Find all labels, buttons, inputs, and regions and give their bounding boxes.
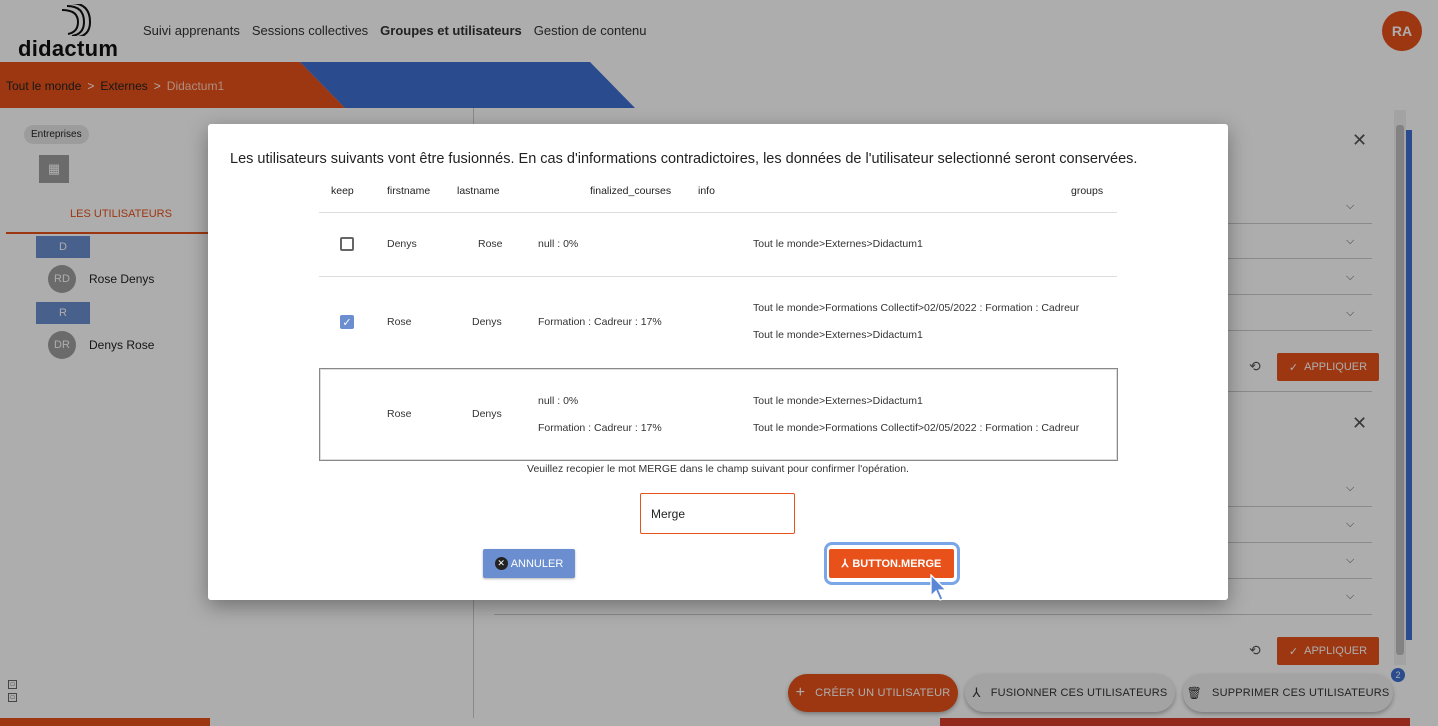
cell-finalized-courses: null : 0% bbox=[538, 238, 579, 250]
cell-group: Tout le monde>Externes>Didactum1 bbox=[753, 329, 923, 341]
close-circle-icon: ✕ bbox=[494, 557, 508, 570]
table-divider bbox=[319, 276, 1117, 277]
column-header-lastname: lastname bbox=[457, 185, 500, 197]
merge-label: BUTTON.MERGE bbox=[852, 557, 942, 570]
merge-confirm-input[interactable] bbox=[640, 493, 795, 534]
dialog-title: Les utilisateurs suivants vont être fusi… bbox=[230, 151, 1138, 167]
column-header-info: info bbox=[698, 185, 715, 197]
column-header-groups: groups bbox=[1071, 185, 1104, 197]
cell-finalized-courses: Formation : Cadreur : 17% bbox=[538, 316, 662, 328]
table-divider bbox=[319, 212, 1117, 213]
cancel-label: ANNULER bbox=[510, 557, 564, 570]
cell-lastname: Denys bbox=[472, 316, 502, 328]
merge-users-dialog: Les utilisateurs suivants vont être fusi… bbox=[208, 124, 1228, 600]
cell-firstname: Rose bbox=[387, 408, 412, 420]
column-header-firstname: firstname bbox=[387, 185, 431, 197]
column-header-finalized-courses: finalized_courses bbox=[590, 185, 672, 197]
cell-firstname: Denys bbox=[387, 238, 417, 250]
keep-checkbox-checked[interactable]: ✓ bbox=[340, 315, 354, 329]
keep-checkbox[interactable] bbox=[340, 237, 354, 251]
cell-group: Tout le monde>Externes>Didactum1 bbox=[753, 395, 923, 407]
cell-lastname: Denys bbox=[472, 408, 502, 420]
cell-group: Tout le monde>Externes>Didactum1 bbox=[753, 238, 923, 250]
cancel-button[interactable]: ✕ ANNULER bbox=[483, 549, 575, 578]
cell-finalized-courses: null : 0% bbox=[538, 395, 579, 407]
cell-lastname: Rose bbox=[478, 238, 503, 250]
cell-group: Tout le monde>Formations Collectif>02/05… bbox=[753, 422, 1080, 434]
mouse-cursor-icon bbox=[930, 574, 948, 601]
cell-firstname: Rose bbox=[387, 316, 412, 328]
column-header-keep: keep bbox=[331, 185, 354, 197]
confirm-instruction: Veuillez recopier le mot MERGE dans le c… bbox=[527, 463, 909, 475]
merged-result-row bbox=[319, 368, 1118, 461]
merge-icon: ⅄ bbox=[841, 558, 849, 570]
cell-finalized-courses: Formation : Cadreur : 17% bbox=[538, 422, 662, 434]
cell-group: Tout le monde>Formations Collectif>02/05… bbox=[753, 302, 1080, 314]
